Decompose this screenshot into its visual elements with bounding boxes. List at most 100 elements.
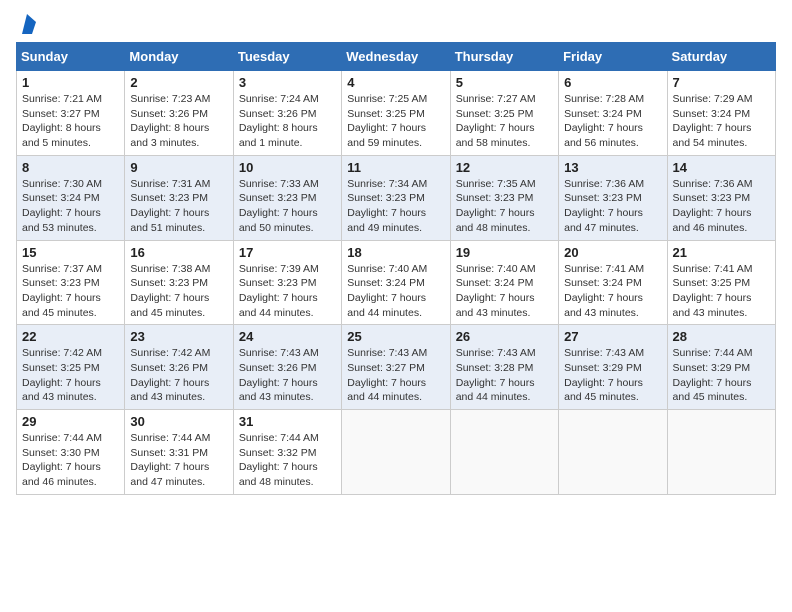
day-number: 8	[22, 160, 119, 175]
day-info: Sunrise: 7:41 AMSunset: 3:25 PMDaylight:…	[673, 262, 770, 321]
day-number: 21	[673, 245, 770, 260]
calendar-cell: 4 Sunrise: 7:25 AMSunset: 3:25 PMDaylight…	[342, 71, 450, 156]
calendar-cell: 26 Sunrise: 7:43 AMSunset: 3:28 PMDayligh…	[450, 325, 558, 410]
day-info: Sunrise: 7:44 AMSunset: 3:32 PMDaylight:…	[239, 431, 336, 490]
day-number: 18	[347, 245, 444, 260]
calendar-cell	[450, 410, 558, 495]
logo-icon	[18, 14, 36, 34]
calendar-cell: 6 Sunrise: 7:28 AMSunset: 3:24 PMDaylight…	[559, 71, 667, 156]
calendar-cell: 30 Sunrise: 7:44 AMSunset: 3:31 PMDayligh…	[125, 410, 233, 495]
day-number: 28	[673, 329, 770, 344]
day-number: 30	[130, 414, 227, 429]
week-row-3: 15 Sunrise: 7:37 AMSunset: 3:23 PMDayligh…	[17, 240, 776, 325]
day-info: Sunrise: 7:38 AMSunset: 3:23 PMDaylight:…	[130, 262, 227, 321]
weekday-row: SundayMondayTuesdayWednesdayThursdayFrid…	[17, 43, 776, 71]
day-info: Sunrise: 7:25 AMSunset: 3:25 PMDaylight:…	[347, 92, 444, 151]
calendar-cell: 21 Sunrise: 7:41 AMSunset: 3:25 PMDayligh…	[667, 240, 775, 325]
day-number: 19	[456, 245, 553, 260]
calendar-cell: 2 Sunrise: 7:23 AMSunset: 3:26 PMDaylight…	[125, 71, 233, 156]
day-number: 17	[239, 245, 336, 260]
day-info: Sunrise: 7:43 AMSunset: 3:28 PMDaylight:…	[456, 346, 553, 405]
day-number: 13	[564, 160, 661, 175]
calendar-cell: 16 Sunrise: 7:38 AMSunset: 3:23 PMDayligh…	[125, 240, 233, 325]
calendar-body: 1 Sunrise: 7:21 AMSunset: 3:27 PMDaylight…	[17, 71, 776, 495]
day-number: 23	[130, 329, 227, 344]
day-info: Sunrise: 7:29 AMSunset: 3:24 PMDaylight:…	[673, 92, 770, 151]
day-info: Sunrise: 7:42 AMSunset: 3:25 PMDaylight:…	[22, 346, 119, 405]
calendar-cell	[342, 410, 450, 495]
calendar-cell: 19 Sunrise: 7:40 AMSunset: 3:24 PMDayligh…	[450, 240, 558, 325]
day-info: Sunrise: 7:34 AMSunset: 3:23 PMDaylight:…	[347, 177, 444, 236]
weekday-header-saturday: Saturday	[667, 43, 775, 71]
page-header	[16, 16, 776, 34]
day-info: Sunrise: 7:33 AMSunset: 3:23 PMDaylight:…	[239, 177, 336, 236]
calendar-cell: 25 Sunrise: 7:43 AMSunset: 3:27 PMDayligh…	[342, 325, 450, 410]
day-number: 29	[22, 414, 119, 429]
day-number: 2	[130, 75, 227, 90]
day-number: 6	[564, 75, 661, 90]
weekday-header-friday: Friday	[559, 43, 667, 71]
day-number: 1	[22, 75, 119, 90]
day-number: 20	[564, 245, 661, 260]
day-info: Sunrise: 7:24 AMSunset: 3:26 PMDaylight:…	[239, 92, 336, 151]
calendar-cell: 14Sunrise: 7:36 AMSunset: 3:23 PMDayligh…	[667, 155, 775, 240]
day-number: 4	[347, 75, 444, 90]
logo	[16, 16, 36, 34]
calendar-cell: 9 Sunrise: 7:31 AMSunset: 3:23 PMDaylight…	[125, 155, 233, 240]
day-info: Sunrise: 7:36 AMSunset: 3:23 PMDaylight:…	[564, 177, 661, 236]
day-number: 7	[673, 75, 770, 90]
calendar-cell: 23Sunrise: 7:42 AMSunset: 3:26 PMDayligh…	[125, 325, 233, 410]
day-info: Sunrise: 7:39 AMSunset: 3:23 PMDaylight:…	[239, 262, 336, 321]
day-number: 25	[347, 329, 444, 344]
week-row-1: 1 Sunrise: 7:21 AMSunset: 3:27 PMDaylight…	[17, 71, 776, 156]
day-number: 3	[239, 75, 336, 90]
day-info: Sunrise: 7:44 AMSunset: 3:30 PMDaylight:…	[22, 431, 119, 490]
day-number: 11	[347, 160, 444, 175]
weekday-header-monday: Monday	[125, 43, 233, 71]
day-info: Sunrise: 7:41 AMSunset: 3:24 PMDaylight:…	[564, 262, 661, 321]
calendar-cell: 8 Sunrise: 7:30 AMSunset: 3:24 PMDaylight…	[17, 155, 125, 240]
weekday-header-wednesday: Wednesday	[342, 43, 450, 71]
day-info: Sunrise: 7:43 AMSunset: 3:27 PMDaylight:…	[347, 346, 444, 405]
calendar-cell	[559, 410, 667, 495]
calendar-cell: 12Sunrise: 7:35 AMSunset: 3:23 PMDayligh…	[450, 155, 558, 240]
calendar-cell: 31 Sunrise: 7:44 AMSunset: 3:32 PMDayligh…	[233, 410, 341, 495]
calendar-cell	[667, 410, 775, 495]
calendar-cell: 28 Sunrise: 7:44 AMSunset: 3:29 PMDayligh…	[667, 325, 775, 410]
day-number: 15	[22, 245, 119, 260]
day-info: Sunrise: 7:44 AMSunset: 3:29 PMDaylight:…	[673, 346, 770, 405]
calendar-cell: 27Sunrise: 7:43 AMSunset: 3:29 PMDayligh…	[559, 325, 667, 410]
day-number: 27	[564, 329, 661, 344]
day-info: Sunrise: 7:31 AMSunset: 3:23 PMDaylight:…	[130, 177, 227, 236]
day-info: Sunrise: 7:37 AMSunset: 3:23 PMDaylight:…	[22, 262, 119, 321]
weekday-header-sunday: Sunday	[17, 43, 125, 71]
day-number: 10	[239, 160, 336, 175]
calendar-cell: 22Sunrise: 7:42 AMSunset: 3:25 PMDayligh…	[17, 325, 125, 410]
calendar-cell: 13 Sunrise: 7:36 AMSunset: 3:23 PMDayligh…	[559, 155, 667, 240]
calendar-cell: 15 Sunrise: 7:37 AMSunset: 3:23 PMDayligh…	[17, 240, 125, 325]
week-row-4: 22Sunrise: 7:42 AMSunset: 3:25 PMDayligh…	[17, 325, 776, 410]
day-info: Sunrise: 7:23 AMSunset: 3:26 PMDaylight:…	[130, 92, 227, 151]
calendar-cell: 7 Sunrise: 7:29 AMSunset: 3:24 PMDaylight…	[667, 71, 775, 156]
day-number: 26	[456, 329, 553, 344]
day-number: 9	[130, 160, 227, 175]
calendar-cell: 29 Sunrise: 7:44 AMSunset: 3:30 PMDayligh…	[17, 410, 125, 495]
day-info: Sunrise: 7:40 AMSunset: 3:24 PMDaylight:…	[347, 262, 444, 321]
calendar-table: SundayMondayTuesdayWednesdayThursdayFrid…	[16, 42, 776, 495]
day-info: Sunrise: 7:36 AMSunset: 3:23 PMDaylight:…	[673, 177, 770, 236]
calendar-cell: 10 Sunrise: 7:33 AMSunset: 3:23 PMDayligh…	[233, 155, 341, 240]
calendar-cell: 11 Sunrise: 7:34 AMSunset: 3:23 PMDayligh…	[342, 155, 450, 240]
calendar-header: SundayMondayTuesdayWednesdayThursdayFrid…	[17, 43, 776, 71]
day-info: Sunrise: 7:30 AMSunset: 3:24 PMDaylight:…	[22, 177, 119, 236]
day-info: Sunrise: 7:40 AMSunset: 3:24 PMDaylight:…	[456, 262, 553, 321]
day-number: 16	[130, 245, 227, 260]
day-number: 31	[239, 414, 336, 429]
calendar-cell: 20 Sunrise: 7:41 AMSunset: 3:24 PMDayligh…	[559, 240, 667, 325]
day-info: Sunrise: 7:44 AMSunset: 3:31 PMDaylight:…	[130, 431, 227, 490]
calendar-cell: 18 Sunrise: 7:40 AMSunset: 3:24 PMDayligh…	[342, 240, 450, 325]
day-info: Sunrise: 7:35 AMSunset: 3:23 PMDaylight:…	[456, 177, 553, 236]
week-row-2: 8 Sunrise: 7:30 AMSunset: 3:24 PMDaylight…	[17, 155, 776, 240]
day-info: Sunrise: 7:21 AMSunset: 3:27 PMDaylight:…	[22, 92, 119, 151]
day-info: Sunrise: 7:43 AMSunset: 3:26 PMDaylight:…	[239, 346, 336, 405]
day-info: Sunrise: 7:28 AMSunset: 3:24 PMDaylight:…	[564, 92, 661, 151]
